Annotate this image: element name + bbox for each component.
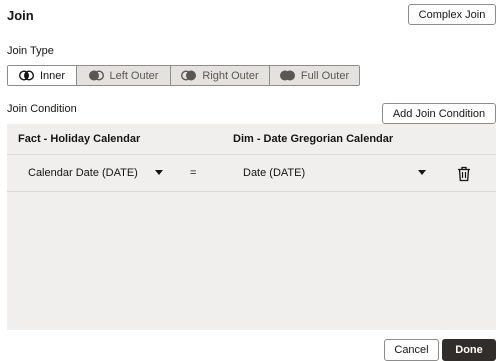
- dialog-title: Join: [7, 8, 34, 23]
- right-table-header: Dim - Date Gregorian Calendar: [233, 133, 394, 145]
- join-type-label: Join Type: [7, 45, 54, 57]
- join-type-inner-label: Inner: [39, 69, 66, 82]
- join-type-full-outer[interactable]: Full Outer: [269, 66, 359, 85]
- cancel-button[interactable]: Cancel: [384, 339, 439, 361]
- trash-icon[interactable]: [457, 166, 471, 182]
- chevron-down-icon[interactable]: [155, 170, 163, 175]
- join-condition-header: Fact - Holiday Calendar Dim - Date Grego…: [7, 124, 496, 155]
- join-type-left-outer[interactable]: Left Outer: [76, 66, 170, 85]
- right-outer-join-icon: [181, 70, 197, 81]
- left-column-select[interactable]: Calendar Date (DATE): [28, 167, 138, 179]
- join-type-full-outer-label: Full Outer: [300, 69, 350, 82]
- done-button[interactable]: Done: [442, 339, 496, 361]
- join-condition-label: Join Condition: [7, 103, 77, 115]
- join-type-right-outer-label: Right Outer: [202, 69, 259, 82]
- left-outer-join-icon: [88, 70, 104, 81]
- join-type-right-outer[interactable]: Right Outer: [170, 66, 269, 85]
- operator-label: =: [190, 167, 197, 179]
- left-table-header: Fact - Holiday Calendar: [18, 133, 141, 145]
- full-outer-join-icon: [279, 70, 295, 81]
- join-type-left-outer-label: Left Outer: [109, 69, 159, 82]
- right-column-select[interactable]: Date (DATE): [243, 167, 305, 179]
- join-type-selector: Inner Left Outer Right Outer Full Outer: [7, 65, 360, 86]
- complex-join-button[interactable]: Complex Join: [408, 4, 496, 25]
- inner-join-icon: [18, 70, 34, 81]
- add-join-condition-button[interactable]: Add Join Condition: [382, 103, 496, 124]
- join-condition-table: Fact - Holiday Calendar Dim - Date Grego…: [7, 124, 496, 330]
- join-type-inner[interactable]: Inner: [8, 66, 76, 85]
- join-condition-row: Calendar Date (DATE) = Date (DATE): [7, 155, 496, 192]
- chevron-down-icon[interactable]: [418, 170, 426, 175]
